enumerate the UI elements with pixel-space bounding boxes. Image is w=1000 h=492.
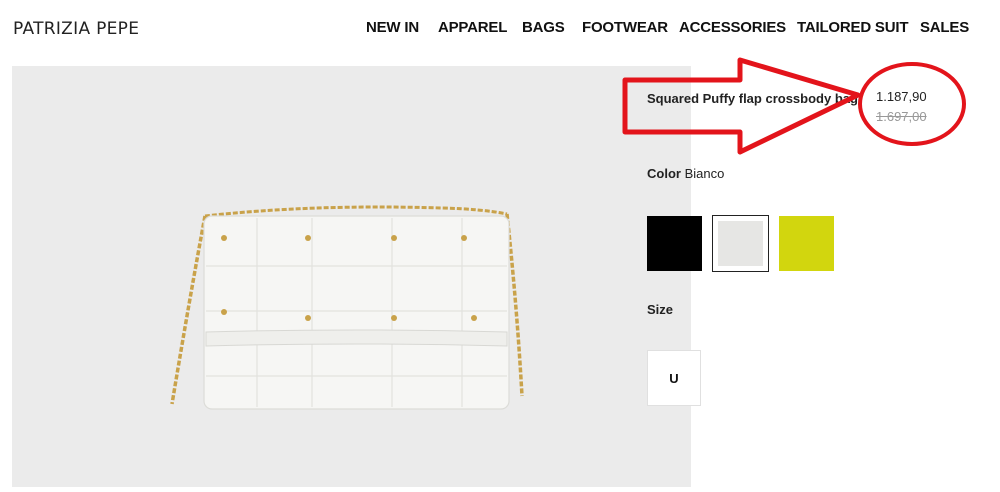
swatch-white-fill: [718, 221, 763, 266]
nav-item-tailored-suit[interactable]: TAILORED SUIT: [797, 19, 908, 36]
original-price: 1.697,00: [876, 109, 927, 124]
nav-item-footwear[interactable]: FOOTWEAR: [582, 19, 668, 36]
nav-item-accessories[interactable]: ACCESSORIES: [679, 19, 786, 36]
swatch-black[interactable]: [647, 216, 702, 271]
nav-item-apparel[interactable]: APPAREL: [438, 19, 507, 36]
product-title: Squared Puffy flap crossbody bag: [647, 91, 858, 106]
nav-item-bags[interactable]: BAGS: [522, 19, 565, 36]
nav-item-sales[interactable]: SALES: [920, 19, 969, 36]
main-nav: NEW IN APPAREL BAGS FOOTWEAR ACCESSORIES…: [0, 19, 1000, 39]
annotation-circle: [858, 62, 966, 146]
swatch-white[interactable]: [712, 215, 769, 272]
size-option-label: U: [669, 370, 679, 386]
size-label: Size: [647, 302, 674, 317]
size-option-u[interactable]: U: [647, 350, 701, 406]
color-value: Bianco: [684, 166, 725, 181]
bag-illustration: [170, 205, 524, 410]
swatch-lime[interactable]: [779, 216, 834, 271]
color-label: Color: [647, 166, 681, 181]
color-selection: Color Bianco: [647, 166, 724, 181]
nav-item-new-in[interactable]: NEW IN: [366, 19, 419, 36]
product-image[interactable]: [12, 66, 691, 487]
current-price: 1.187,90: [876, 89, 927, 104]
site-header: PATRIZIA PEPE NEW IN APPAREL BAGS FOOTWE…: [0, 0, 1000, 60]
